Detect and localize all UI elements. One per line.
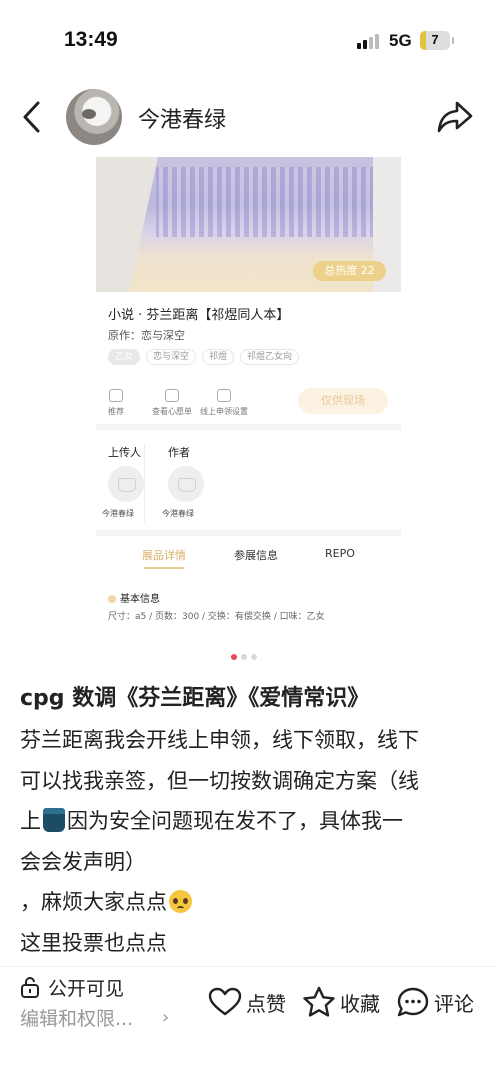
- post-line: ，麻烦大家点点: [20, 882, 480, 923]
- collect-button[interactable]: 收藏: [302, 985, 380, 1019]
- basic-info: 尺寸：a5 / 页数：300 / 交换：有偿交换 / 口味：乙女: [108, 612, 325, 622]
- divider: [0, 966, 497, 967]
- network-type: 5G: [389, 31, 412, 50]
- uploader: 上传人 今港春绿: [102, 444, 144, 518]
- tag: 乙女: [108, 349, 141, 365]
- image-pagination: [231, 654, 257, 660]
- tab-exhibit-details: 展品详情: [142, 549, 186, 562]
- gift-icon: [217, 389, 231, 402]
- page-dot-active: [231, 654, 237, 660]
- share-icon[interactable]: [436, 99, 474, 135]
- pleading-face-emoji-icon: [169, 890, 192, 913]
- recommend-action: 推荐: [108, 389, 124, 417]
- post-line: 芬兰距离我会开线上申领，线下领取，线下: [20, 728, 419, 752]
- tag: 祁煜乙女向: [240, 349, 300, 365]
- online-claim-action: 线上申领设置: [200, 389, 248, 417]
- book-cover: 总热度 22: [96, 157, 401, 292]
- hot-badge: 总热度 22: [313, 261, 386, 281]
- visibility-label[interactable]: 公开可见: [48, 974, 124, 1001]
- heart-icon: [208, 987, 242, 1016]
- product-title: 小说 · 芬兰距离【祁煜同人本】: [108, 308, 290, 323]
- tab-repo: REPO: [325, 547, 355, 560]
- wishlist-action: 查看心愿单: [152, 389, 192, 417]
- post-title: cpg 数调《芬兰距离》《爱情常识》: [20, 686, 370, 711]
- tag: 恋与深空: [146, 349, 197, 365]
- thumb-icon: [109, 389, 123, 402]
- divider: [144, 444, 145, 522]
- basic-info-title: 基本信息: [108, 590, 160, 605]
- star-icon: [303, 986, 335, 1017]
- post-header: 今港春绿: [0, 86, 497, 148]
- bucket-emoji-icon: [43, 808, 65, 832]
- page-dot: [251, 654, 257, 660]
- divider: [96, 530, 401, 536]
- status-bar: 13:49 5G 7: [0, 0, 497, 80]
- product-card-image[interactable]: 总热度 22 小说 · 芬兰距离【祁煜同人本】 原作：恋与深空 乙女 恋与深空 …: [96, 157, 401, 657]
- comment-button[interactable]: 评论: [396, 985, 474, 1019]
- avatar[interactable]: [66, 89, 122, 145]
- post-line: 可以找我亲签，但一切按数调确定方案（线: [20, 768, 419, 793]
- page-dot: [241, 654, 247, 660]
- unlock-icon: [21, 977, 39, 998]
- uploader-avatar: [108, 466, 144, 502]
- tab-underline: [144, 567, 184, 569]
- signal-icon: [357, 33, 381, 49]
- battery-icon: 7: [420, 31, 450, 50]
- chevron-right-icon[interactable]: ›: [162, 1007, 169, 1028]
- author: 作者 今港春绿: [162, 444, 204, 518]
- battery-cap: [452, 37, 454, 44]
- post-line: 这里投票也点点: [20, 930, 167, 955]
- post-line: 上因为安全问题现在发不了，具体我一: [20, 808, 403, 833]
- comment-icon: [397, 987, 429, 1017]
- post-line: 会会发声明）: [20, 849, 146, 874]
- people-section: 上传人 今港春绿 作者 今港春绿: [96, 430, 401, 522]
- product-origin: 原作：恋与深空: [108, 329, 185, 342]
- battery-level: 7: [431, 32, 439, 47]
- like-button[interactable]: 点赞: [208, 985, 286, 1019]
- post-body: 芬兰距离我会开线上申领，线下领取，线下 可以找我亲签，但一切按数调确定方案（线 …: [20, 720, 480, 963]
- author-name[interactable]: 今港春绿: [138, 102, 226, 134]
- tag-list: 乙女 恋与深空 祁煜 祁煜乙女向: [108, 349, 300, 365]
- author-avatar: [168, 466, 204, 502]
- edit-permission-link[interactable]: 编辑和权限...: [20, 1004, 133, 1031]
- exhibit-only-button: 仅供现场: [298, 388, 388, 414]
- tag: 祁煜: [202, 349, 235, 365]
- back-icon[interactable]: [18, 100, 48, 134]
- tab-bar: 展品详情 参展信息 REPO: [96, 547, 401, 573]
- status-time: 13:49: [64, 28, 118, 51]
- list-icon: [165, 389, 179, 402]
- tab-exhibit-info: 参展信息: [234, 549, 278, 562]
